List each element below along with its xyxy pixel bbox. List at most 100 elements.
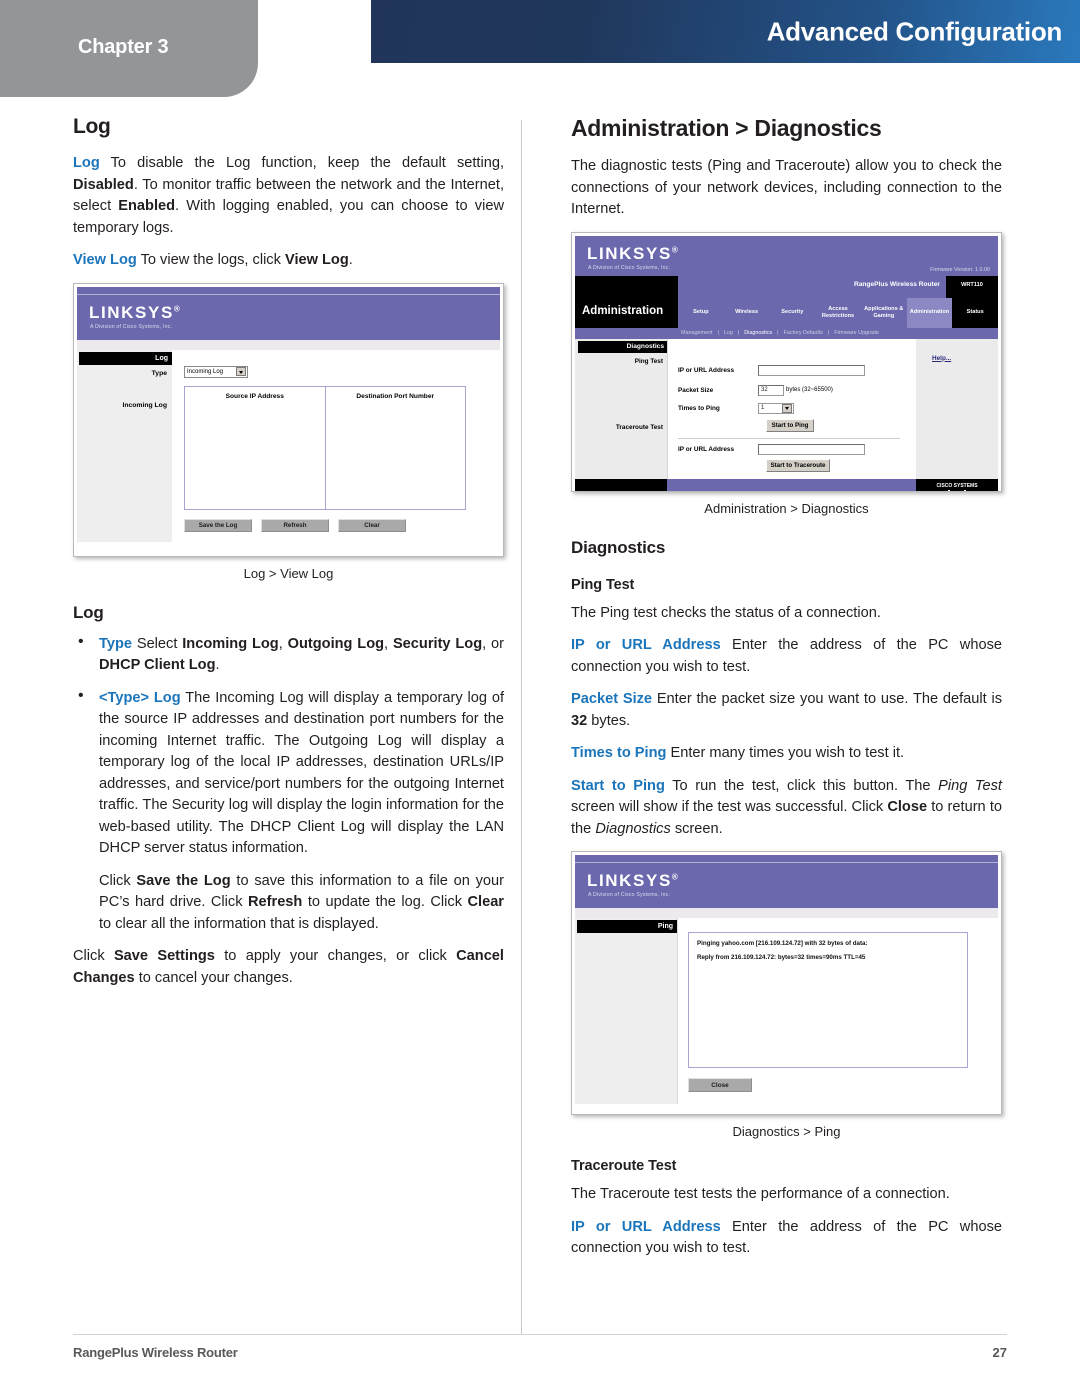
paragraph-save-refresh-clear: Click Save the Log to save this informat…: [99, 871, 504, 936]
subsection-heading-ping-test: Ping Test: [571, 576, 635, 593]
packet-size-input[interactable]: 32: [758, 384, 784, 396]
paragraph-traceroute-intro: The Traceroute test tests the performanc…: [571, 1186, 950, 1202]
traceroute-ip-url-address-input[interactable]: [758, 443, 865, 455]
screenshot-content: Log Type Incoming Log Incoming Log Sourc…: [77, 349, 500, 542]
times-to-ping-select[interactable]: 1: [758, 402, 794, 414]
ping-output-line: Reply from 216.109.124.72: bytes=32 time…: [697, 954, 866, 961]
screenshot-gap: [77, 339, 500, 350]
tab-setup[interactable]: Setup: [678, 309, 724, 316]
text-run: Disabled: [73, 176, 134, 193]
text-run: , or: [482, 635, 505, 652]
footer-mid-block: [667, 479, 916, 491]
text-run: Save the Log: [136, 872, 231, 889]
ping-ip-url-address-input[interactable]: [758, 364, 865, 376]
model-row-spacer: [575, 275, 678, 298]
text-run: screen will show if the test was success…: [571, 799, 888, 815]
left-column: Log Log To disable the Log function, kee…: [73, 115, 504, 1000]
log-table-column: Destination Port Number: [324, 386, 466, 509]
text-run: ,: [278, 635, 288, 652]
screenshot-log-view-log: LINKSYS® A Division of Cisco Systems, In…: [73, 282, 504, 557]
side-title-box: Administration: [575, 297, 678, 328]
subtab-diagnostics[interactable]: Diagnostics: [744, 330, 772, 336]
paragraph-view-log: View Log To view the logs, click View Lo…: [73, 250, 504, 272]
text-run: to apply your changes, or click: [214, 948, 457, 964]
refresh-button[interactable]: Refresh: [261, 518, 329, 532]
bullet-type: Type Select Incoming Log, Outgoing Log , …: [99, 634, 504, 677]
tab-security[interactable]: Security: [769, 309, 815, 316]
paragraph-packet-size: Packet Size Enter the packet size you wa…: [571, 689, 1002, 732]
text-run: Enter many times you wish to test it.: [666, 745, 905, 761]
chevron-down-icon[interactable]: [782, 403, 792, 413]
tab-access-restrictions[interactable]: Access Restrictions: [815, 306, 861, 320]
term-start-to-ping: Start to Ping: [571, 777, 665, 794]
start-to-traceroute-button[interactable]: Start to Traceroute: [766, 458, 830, 472]
sidebar-label-incoming-log: Incoming Log: [122, 401, 167, 409]
tab-administration[interactable]: Administration: [906, 297, 953, 328]
footer-rule: [73, 1334, 1007, 1335]
right-column: Administration > Diagnostics The diagnos…: [571, 115, 1002, 1271]
list-item: Type Select Incoming Log, Outgoing Log , …: [73, 633, 504, 677]
text-run: Ping Test: [938, 777, 1002, 794]
save-the-log-button[interactable]: Save the Log: [184, 518, 252, 532]
linksys-logo: LINKSYS®: [587, 871, 680, 890]
chevron-down-icon[interactable]: [236, 367, 246, 376]
paragraph-save-settings: Click Save Settings to apply your change…: [73, 946, 504, 989]
nav-subtabs: Management | Log | Diagnostics | Factory…: [575, 327, 998, 339]
subtab-management[interactable]: Management: [681, 330, 712, 336]
text-run: .: [348, 252, 353, 268]
figure-caption: Log > View Log: [243, 565, 334, 581]
subtab-factory-defaults[interactable]: Factory Defaults: [784, 330, 823, 336]
figure-diagnostics-ping: LINKSYS® A Division of Cisco Systems, In…: [571, 851, 1002, 1139]
sidebar-label-ping-test: Ping Test: [634, 357, 663, 365]
times-to-ping-value: 1: [761, 405, 765, 411]
log-type-value: Incoming Log: [187, 368, 224, 375]
text-run: Clear: [467, 894, 504, 910]
firmware-version-label: Firmware Version: 1.0.00: [930, 266, 990, 273]
start-to-ping-button[interactable]: Start to Ping: [766, 418, 814, 432]
tab-applications-gaming[interactable]: Applications & Gaming: [861, 306, 907, 320]
subtab-separator: |: [827, 330, 830, 336]
text-run: Enter the packet size you want to use. T…: [652, 691, 1002, 707]
section-heading-log: Log: [73, 115, 111, 138]
paragraph-start-to-ping: Start to Ping To run the test, click thi…: [571, 776, 1002, 841]
text-run: Outgoing Log: [287, 635, 385, 652]
bullet-type-log: <Type> Log The Incoming Log will display…: [99, 688, 504, 860]
paragraph-log-description: Log To disable the Log function, keep th…: [73, 153, 504, 239]
text-run: To view the logs, click: [136, 252, 285, 268]
text-run: DHCP Client Log: [99, 657, 216, 673]
subtab-firmware-upgrade[interactable]: Firmware Upgrade: [834, 330, 879, 336]
text-run: Save Settings: [113, 948, 215, 964]
tab-status[interactable]: Status: [952, 297, 999, 328]
close-button[interactable]: Close: [688, 1078, 752, 1092]
text-run: Enabled: [118, 198, 176, 214]
figure-caption: Diagnostics > Ping: [732, 1124, 841, 1139]
screenshot-main-panel: Incoming Log Source IP Address Destinati…: [172, 349, 500, 542]
term-view-log: View Log: [73, 252, 137, 268]
subsection-heading-traceroute-test: Traceroute Test: [571, 1158, 677, 1174]
text-run: Click: [73, 948, 114, 964]
screenshot-brand-banner: LINKSYS® A Division of Cisco Systems, In…: [575, 862, 998, 908]
footer-product-name: RangePlus Wireless Router: [73, 1345, 238, 1360]
paragraph-ping-test-intro: The Ping test checks the status of a con…: [571, 604, 881, 621]
subtab-log[interactable]: Log: [724, 330, 733, 336]
screenshot-brand-banner: LINKSYS® A Division of Cisco Systems, In…: [575, 235, 998, 276]
paragraph-times-to-ping: Times to Ping Enter many times you wish …: [571, 743, 1002, 765]
text-run: to update the log. Click: [302, 894, 468, 910]
screenshot-main-panel: Pinging yahoo.com [216.109.124.72] with …: [677, 918, 998, 1104]
tab-wireless[interactable]: Wireless: [724, 309, 770, 316]
clear-button[interactable]: Clear: [338, 518, 406, 532]
text-run: Incoming Log: [182, 635, 279, 652]
text-run: Security Log: [392, 635, 483, 652]
text-run: Click: [99, 872, 137, 889]
linksys-tagline: A Division of Cisco Systems, Inc.: [588, 892, 671, 898]
sidebar-header-ping: Ping: [577, 920, 677, 933]
screenshot-help-panel: Help...: [916, 338, 998, 479]
linksys-logo: LINKSYS®: [89, 302, 182, 322]
model-title: RangePlus Wireless Router: [853, 280, 940, 288]
term-type-log: <Type> Log: [99, 689, 181, 706]
text-run: View Log: [284, 252, 349, 268]
log-type-select[interactable]: Incoming Log: [184, 365, 248, 378]
text-run: To run the test, click this button. The: [664, 777, 939, 794]
screenshot-brand-banner: LINKSYS® A Division of Cisco Systems, In…: [77, 293, 500, 340]
help-link[interactable]: Help...: [932, 355, 951, 362]
